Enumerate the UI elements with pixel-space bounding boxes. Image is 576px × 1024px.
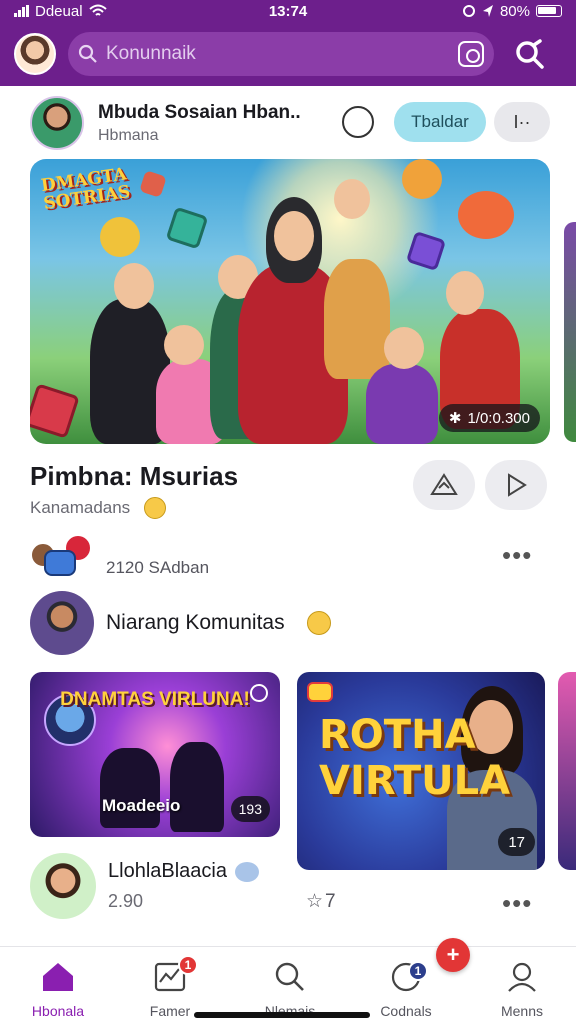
post-subtitle: Hbmana bbox=[98, 126, 159, 144]
author-avatar[interactable] bbox=[30, 96, 84, 150]
card-count-badge: 17 bbox=[498, 828, 535, 856]
community-name[interactable]: Niarang Komunitas bbox=[106, 611, 285, 635]
nav-item-chart[interactable]: 1 Famer bbox=[122, 955, 218, 1019]
notification-badge: 1 bbox=[178, 955, 198, 975]
mascot-character bbox=[458, 191, 514, 239]
smile-emoji-icon bbox=[306, 611, 331, 635]
main-character bbox=[274, 211, 314, 261]
character bbox=[334, 179, 370, 219]
floating-cube bbox=[139, 170, 167, 198]
post-author[interactable]: Mbuda Sosaian Hban.. bbox=[98, 102, 301, 124]
nav-item-home[interactable]: Hbonala bbox=[10, 959, 106, 1019]
hero-video-thumbnail[interactable]: DMAGTA SOTRIAS ✱ 1/0:0.300 bbox=[30, 159, 550, 444]
character bbox=[366, 364, 438, 444]
notification-badge: 1 bbox=[408, 961, 428, 981]
next-video-peek[interactable] bbox=[564, 222, 576, 442]
character bbox=[384, 327, 424, 369]
play-icon bbox=[508, 473, 527, 497]
home-indicator bbox=[194, 1012, 370, 1018]
community-avatar[interactable] bbox=[30, 591, 94, 655]
commenter-name[interactable]: LlohlaBlaacia bbox=[108, 860, 227, 883]
commenter-row[interactable]: LlohlaBlaacia 2.90 bbox=[30, 852, 290, 920]
silhouette bbox=[170, 742, 224, 832]
content-card[interactable]: DNAMTAS VIRLUNA! Moadeeio 193 bbox=[30, 672, 280, 837]
nav-item-chat[interactable]: 1 Codnals bbox=[358, 959, 454, 1019]
silhouette bbox=[100, 748, 160, 828]
play-button[interactable] bbox=[485, 460, 547, 510]
follow-button[interactable]: Tbaldar bbox=[394, 102, 486, 142]
character bbox=[324, 259, 390, 379]
star-rating[interactable]: ☆ 7 bbox=[306, 890, 336, 913]
community-row[interactable]: Niarang Komunitas bbox=[30, 590, 550, 656]
floating-cube bbox=[165, 206, 209, 250]
chat-bubble-icon bbox=[234, 861, 259, 882]
game-logo-icon bbox=[307, 682, 333, 702]
search-action-icon[interactable] bbox=[512, 37, 546, 71]
post-header: Mbuda Sosaian Hban.. Hbmana Tbaldar I·· bbox=[30, 96, 550, 150]
floating-cube bbox=[30, 383, 80, 439]
share-icon bbox=[430, 473, 458, 495]
camera-icon[interactable] bbox=[458, 41, 484, 67]
video-subtitle-row: Kanamadans bbox=[30, 497, 167, 519]
star-count: 7 bbox=[325, 890, 336, 912]
card-count-badge: 193 bbox=[230, 796, 270, 822]
nav-label: Menns bbox=[500, 1003, 544, 1019]
nav-item-profile[interactable]: Menns bbox=[474, 959, 570, 1019]
video-subtitle: Kanamadans bbox=[30, 498, 131, 517]
reactions-row: 2120 SAdban ••• bbox=[30, 534, 550, 590]
duration-label: 1/0:0.300 bbox=[467, 409, 530, 427]
search-input[interactable] bbox=[106, 43, 436, 65]
video-title[interactable]: Pimbna: Msurias bbox=[30, 461, 238, 492]
more-button[interactable]: I·· bbox=[494, 102, 550, 142]
card-title: ROTHA VIRTULA bbox=[319, 712, 511, 804]
clock: 13:74 bbox=[268, 2, 308, 20]
content-card[interactable]: ROTHA VIRTULA 17 bbox=[297, 672, 545, 870]
character bbox=[114, 263, 154, 309]
next-card-peek[interactable] bbox=[558, 672, 576, 870]
search-icon bbox=[78, 44, 97, 63]
share-button[interactable] bbox=[413, 460, 475, 510]
battery-icon bbox=[536, 5, 562, 17]
character bbox=[164, 325, 204, 365]
game-logo: DMAGTA SOTRIAS bbox=[39, 164, 132, 214]
home-icon bbox=[43, 963, 73, 991]
star-icon: ☆ bbox=[306, 891, 324, 912]
app-header bbox=[0, 22, 576, 86]
more-options-icon[interactable]: ••• bbox=[502, 542, 532, 568]
commenter-subtitle: 2.90 bbox=[108, 891, 144, 911]
search-icon bbox=[275, 962, 304, 991]
create-button[interactable]: + bbox=[436, 938, 470, 972]
emoji-icon[interactable] bbox=[342, 106, 374, 138]
reaction-count: 2120 SAdban bbox=[106, 558, 210, 577]
card-caption: Moadeeio bbox=[102, 796, 181, 815]
search-bar[interactable] bbox=[68, 32, 494, 76]
nav-label: Codnals bbox=[380, 1003, 432, 1019]
status-bar: Ddeual 13:74 80% bbox=[0, 0, 576, 22]
commenter-avatar[interactable] bbox=[30, 853, 96, 919]
character bbox=[446, 271, 484, 315]
mascot-character bbox=[100, 217, 140, 257]
card-title: DNAMTAS VIRLUNA! bbox=[60, 689, 250, 710]
profile-icon bbox=[508, 962, 536, 992]
gamepad-icon bbox=[44, 550, 76, 576]
nav-item-search[interactable]: Nlemais bbox=[242, 959, 338, 1019]
more-options-icon[interactable]: ••• bbox=[502, 890, 532, 916]
video-duration-badge: ✱ 1/0:0.300 bbox=[438, 404, 540, 432]
sparkle-icon: ✱ bbox=[448, 410, 462, 427]
reaction-avatars[interactable] bbox=[30, 534, 100, 580]
user-avatar[interactable] bbox=[14, 33, 56, 75]
commenter-name-row: LlohlaBlaacia bbox=[108, 860, 259, 883]
mascot-character bbox=[402, 159, 442, 199]
smile-emoji-icon bbox=[144, 497, 167, 519]
nav-label: Hbonala bbox=[31, 1003, 85, 1019]
